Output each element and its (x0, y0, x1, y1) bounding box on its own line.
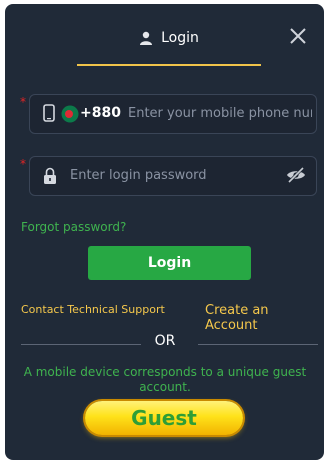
eye-slash-icon[interactable] (286, 166, 306, 187)
or-divider-label: OR (154, 333, 176, 349)
contact-support-link[interactable]: Contact Technical Support (21, 303, 165, 316)
tab-login-label: Login (161, 30, 199, 46)
guest-note: A mobile device corresponds to a unique … (23, 365, 307, 394)
login-button[interactable]: Login (88, 246, 251, 280)
required-marker-password: * (20, 157, 26, 171)
password-field (29, 156, 317, 196)
bangladesh-flag-icon[interactable] (61, 105, 79, 127)
create-account-link[interactable]: Create an Account (205, 303, 324, 333)
phone-icon (43, 104, 55, 126)
user-icon (139, 31, 153, 45)
guest-button[interactable]: Guest (85, 401, 243, 435)
password-input[interactable] (68, 167, 282, 184)
phone-field: +880 (29, 94, 317, 134)
lock-icon (43, 167, 57, 189)
forgot-password-link[interactable]: Forgot password? (21, 220, 126, 234)
close-icon[interactable] (288, 26, 308, 46)
country-code[interactable]: +880 (80, 105, 121, 121)
required-marker-phone: * (20, 95, 26, 109)
phone-input[interactable] (126, 105, 314, 122)
tab-login[interactable]: Login (77, 24, 261, 66)
